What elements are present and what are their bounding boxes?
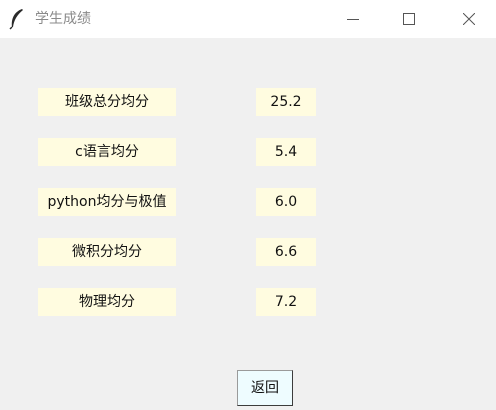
label-c-average: c语言均分 — [38, 138, 176, 166]
app-window: 学生成绩 班级总分均分 25.2 c语言均分 5.4 python均分与极值 6… — [0, 0, 496, 410]
value-python-average: 6.0 — [256, 188, 316, 216]
back-button[interactable]: 返回 — [237, 370, 293, 406]
maximize-icon — [403, 13, 415, 25]
window-title: 学生成绩 — [35, 11, 91, 27]
feather-icon — [9, 9, 23, 30]
label-calculus-average: 微积分均分 — [38, 238, 176, 266]
close-button[interactable] — [446, 0, 492, 38]
maximize-button[interactable] — [386, 0, 432, 38]
close-icon — [463, 13, 475, 25]
label-physics-average: 物理均分 — [38, 288, 176, 316]
label-python-average: python均分与极值 — [38, 188, 176, 216]
label-class-total-average: 班级总分均分 — [38, 88, 176, 116]
value-calculus-average: 6.6 — [256, 238, 316, 266]
minimize-icon — [347, 19, 359, 20]
value-physics-average: 7.2 — [256, 288, 316, 316]
minimize-button[interactable] — [330, 0, 376, 38]
title-bar[interactable]: 学生成绩 — [0, 0, 496, 38]
value-c-average: 5.4 — [256, 138, 316, 166]
value-class-total-average: 25.2 — [256, 88, 316, 116]
